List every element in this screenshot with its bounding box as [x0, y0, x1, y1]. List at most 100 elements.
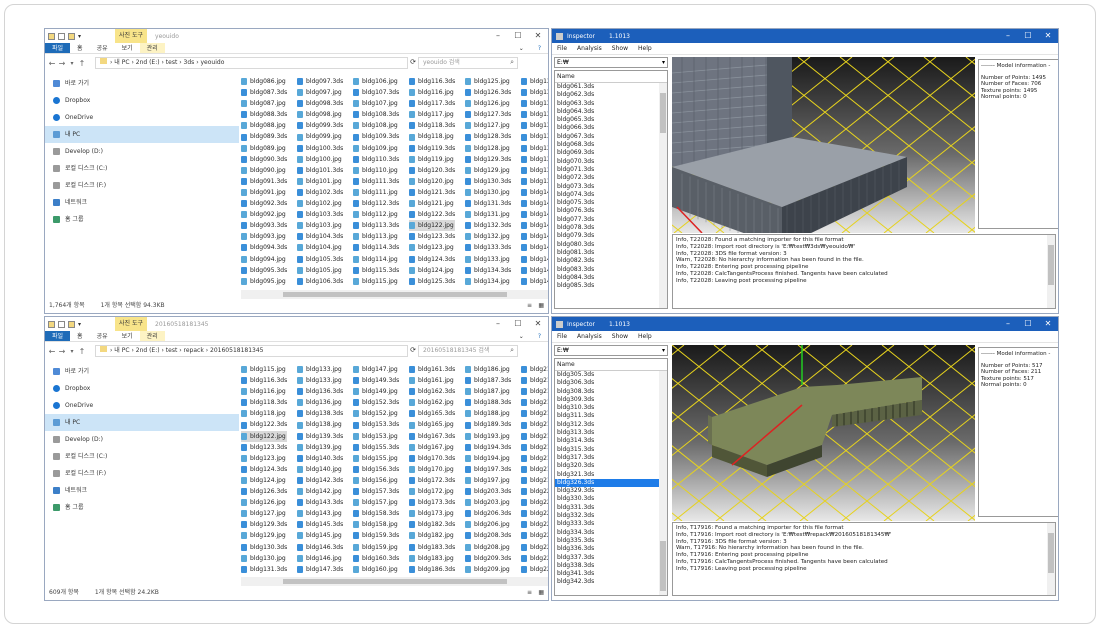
drive-select[interactable]: E:₩ — [554, 345, 668, 356]
file-item[interactable]: bldg102.3ds — [297, 187, 343, 198]
file-item[interactable]: bldg113.jpg — [353, 231, 399, 242]
recent-dropdown-icon[interactable]: ▾ — [67, 60, 77, 67]
list-item[interactable]: bldg305.3ds — [555, 371, 667, 379]
file-item[interactable]: bldg103.jpg — [297, 220, 343, 231]
file-item[interactable]: bldg101.jpg — [297, 176, 343, 187]
file-item[interactable]: bldg124.3ds — [409, 254, 455, 265]
file-item[interactable]: bldg093.3ds — [241, 220, 287, 231]
list-item[interactable]: bldg080.3ds — [555, 241, 667, 249]
file-item[interactable]: bldg123.3ds — [409, 231, 455, 242]
search-input[interactable]: yeouido 검색 — [418, 57, 518, 69]
file-item[interactable]: bldg121.3ds — [409, 187, 455, 198]
file-item[interactable]: bldg112.jpg — [353, 209, 399, 220]
list-item[interactable]: bldg068.3ds — [555, 141, 667, 149]
list-item[interactable]: bldg065.3ds — [555, 116, 667, 124]
maximize-button[interactable]: ☐ — [1018, 317, 1038, 331]
menu-item-file[interactable]: File — [552, 45, 572, 52]
list-item[interactable]: bldg078.3ds — [555, 224, 667, 232]
scrollbar-thumb[interactable] — [1048, 245, 1054, 285]
scrollbar-thumb[interactable] — [283, 292, 507, 297]
file-item[interactable]: bldg142.3ds — [297, 475, 343, 486]
ribbon-expand-icon[interactable]: ⌄ — [512, 331, 531, 341]
file-item[interactable]: bldg186.3ds — [409, 564, 455, 575]
list-item[interactable]: bldg073.3ds — [555, 183, 667, 191]
list-scrollbar[interactable] — [659, 83, 667, 308]
list-item[interactable]: bldg311.3ds — [555, 412, 667, 420]
file-item[interactable]: bldg097.jpg — [297, 87, 343, 98]
file-item[interactable]: bldg087.jpg — [241, 98, 287, 109]
file-item[interactable]: bldg158.3ds — [353, 508, 399, 519]
file-item[interactable]: bldg147.jpg — [353, 364, 399, 375]
details-view-icon[interactable]: ≡ — [527, 299, 532, 313]
menu-item-show[interactable]: Show — [607, 45, 633, 52]
file-item[interactable]: bldg22 — [521, 564, 548, 575]
file-item[interactable]: bldg125.jpg — [465, 76, 511, 87]
file-item[interactable]: bldg136.3ds — [297, 386, 343, 397]
file-item[interactable]: bldg106.jpg — [353, 76, 399, 87]
file-item[interactable]: bldg138.jpg — [297, 419, 343, 430]
nav-item[interactable]: 로컬 디스크 (F:) — [45, 465, 239, 482]
file-item[interactable]: bldg126.3ds — [465, 87, 511, 98]
file-item[interactable]: bldg121.jpg — [409, 198, 455, 209]
menu-item-file[interactable]: File — [552, 333, 572, 340]
back-icon[interactable]: ← — [47, 347, 57, 356]
file-item[interactable]: bldg145.3ds — [297, 519, 343, 530]
file-item[interactable]: bldg188.jpg — [465, 408, 511, 419]
file-item[interactable]: bldg113.3ds — [353, 220, 399, 231]
file-item[interactable]: bldg161.3ds — [409, 364, 455, 375]
file-item[interactable]: bldg127.jpg — [465, 120, 511, 131]
file-item[interactable]: bldg123.3ds — [241, 442, 287, 453]
file-item[interactable]: bldg140.3ds — [297, 453, 343, 464]
file-item[interactable]: bldg110.jpg — [353, 165, 399, 176]
file-item[interactable]: bldg107.3ds — [353, 87, 399, 98]
file-item[interactable]: bldg131.jpg — [465, 209, 511, 220]
file-item[interactable]: bldg194.jpg — [465, 453, 511, 464]
file-item[interactable]: bldg104.jpg — [297, 242, 343, 253]
file-item[interactable]: bldg143 — [521, 254, 548, 265]
file-item[interactable]: bldg21 — [521, 431, 548, 442]
file-item[interactable]: bldg137 — [521, 131, 548, 142]
file-item[interactable]: bldg095.3ds — [241, 265, 287, 276]
new-folder-icon[interactable] — [68, 320, 75, 328]
file-item[interactable]: bldg126.jpg — [241, 497, 287, 508]
file-item[interactable]: bldg170.3ds — [409, 453, 455, 464]
menu-item-show[interactable]: Show — [607, 333, 633, 340]
file-item[interactable]: bldg209.3ds — [465, 553, 511, 564]
file-item[interactable]: bldg131.3ds — [465, 198, 511, 209]
horizontal-scrollbar[interactable] — [241, 290, 548, 299]
address-path[interactable]: › 내 PC › 2nd (E:) › test › 3ds › yeouido — [95, 57, 408, 69]
new-folder-icon[interactable] — [68, 32, 75, 40]
file-item[interactable]: bldg156.jpg — [353, 475, 399, 486]
file-item[interactable]: bldg128.jpg — [465, 143, 511, 154]
file-item[interactable]: bldg125.3ds — [409, 276, 455, 287]
list-item[interactable]: bldg071.3ds — [555, 166, 667, 174]
file-item[interactable]: bldg133.jpg — [297, 364, 343, 375]
file-item[interactable]: bldg131.3ds — [241, 564, 287, 575]
list-item[interactable]: bldg070.3ds — [555, 158, 667, 166]
file-item[interactable]: bldg103.3ds — [297, 209, 343, 220]
list-item[interactable]: bldg336.3ds — [555, 545, 667, 553]
file-item[interactable]: bldg111.jpg — [353, 187, 399, 198]
file-item[interactable]: bldg126.3ds — [241, 486, 287, 497]
large-icons-view-icon[interactable]: ▦ — [538, 299, 544, 313]
file-item[interactable]: bldg118.jpg — [241, 408, 287, 419]
file-item[interactable]: bldg172.jpg — [409, 486, 455, 497]
up-icon[interactable]: ↑ — [77, 59, 87, 68]
forward-icon[interactable]: → — [57, 59, 67, 68]
minimize-button[interactable]: – — [488, 317, 508, 331]
maximize-button[interactable]: ☐ — [508, 29, 528, 43]
scrollbar-thumb[interactable] — [660, 93, 666, 133]
file-item[interactable]: bldg22 — [521, 553, 548, 564]
list-item[interactable]: bldg342.3ds — [555, 578, 667, 586]
file-item[interactable]: bldg115.3ds — [353, 265, 399, 276]
file-item[interactable]: bldg108.3ds — [353, 109, 399, 120]
file-item[interactable]: bldg173.jpg — [409, 508, 455, 519]
file-item[interactable]: bldg141 — [521, 209, 548, 220]
file-item[interactable]: bldg119.3ds — [409, 143, 455, 154]
list-item[interactable]: bldg338.3ds — [555, 562, 667, 570]
search-icon[interactable]: ⌕ — [510, 58, 514, 67]
file-item[interactable]: bldg095.jpg — [241, 276, 287, 287]
file-item[interactable]: bldg159.3ds — [353, 530, 399, 541]
file-item[interactable]: bldg157.jpg — [353, 497, 399, 508]
file-item[interactable]: bldg165.3ds — [409, 408, 455, 419]
